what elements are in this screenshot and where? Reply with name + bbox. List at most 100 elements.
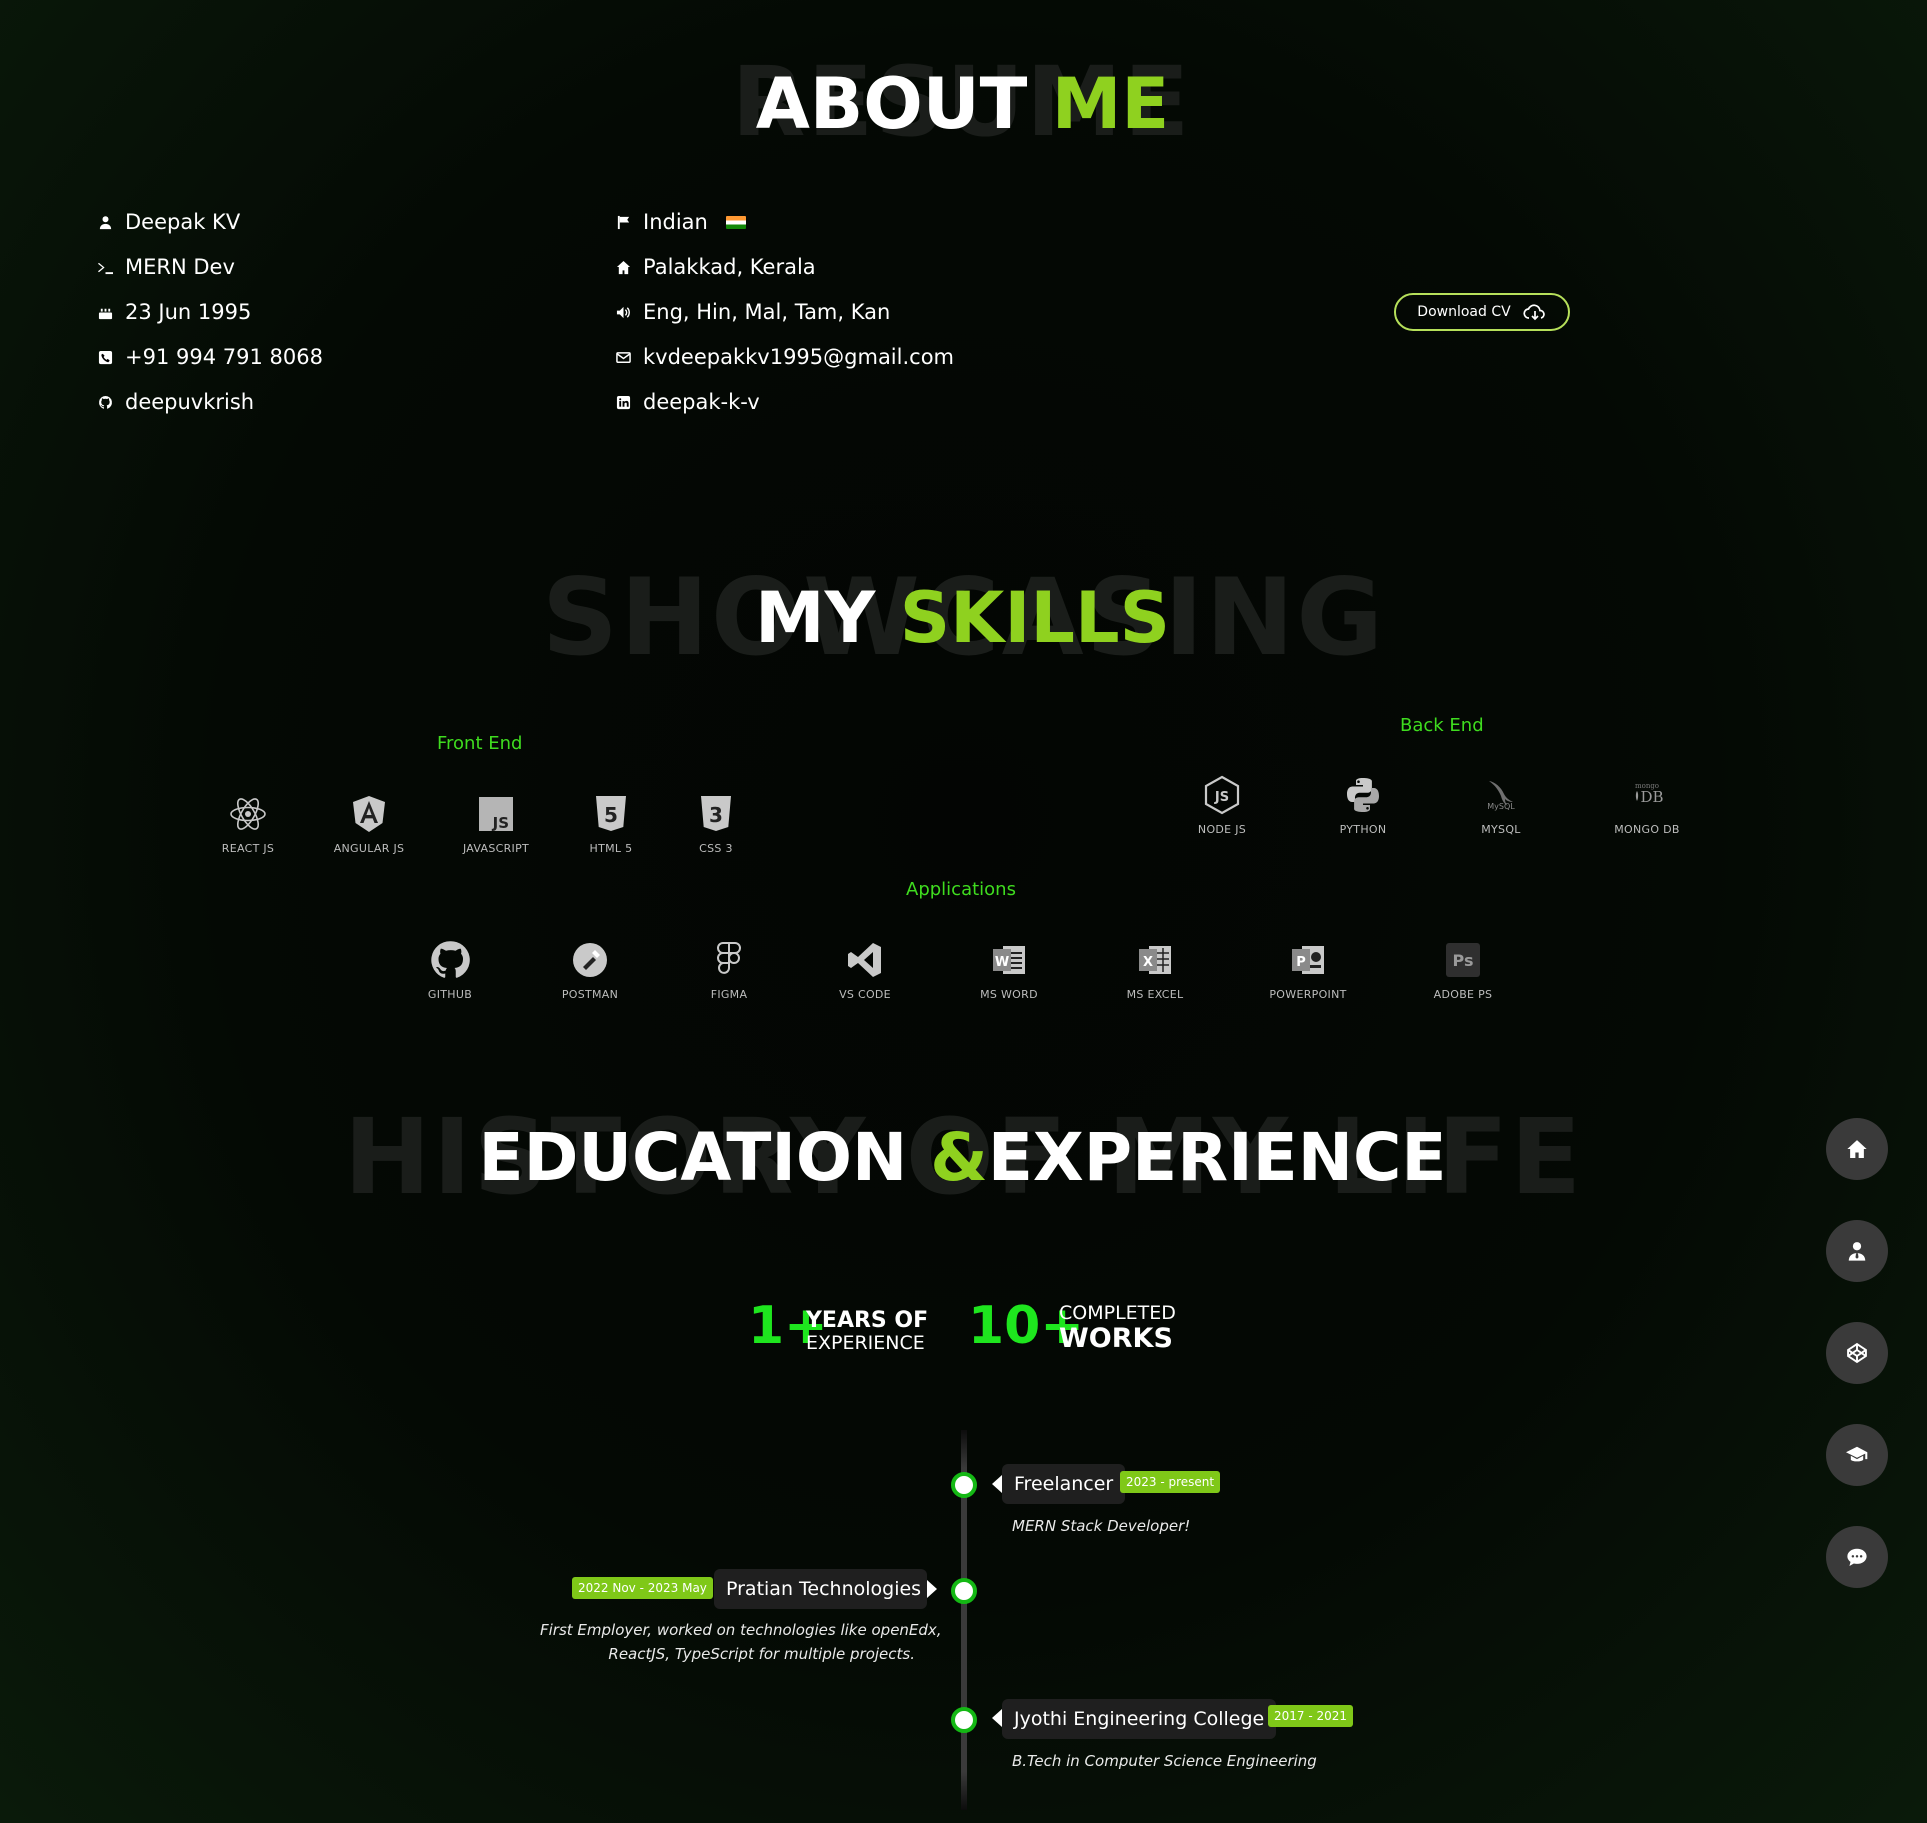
app-label: GITHUB xyxy=(427,988,473,1001)
applications-title: Applications xyxy=(906,879,1016,900)
info-languages: Eng, Hin, Mal, Tam, Kan xyxy=(616,300,890,324)
skill-nodejs: JS NODE JS xyxy=(1162,773,1282,836)
home-icon xyxy=(616,260,631,274)
info-github-text[interactable]: deepuvkrish xyxy=(125,390,254,414)
mongodb-icon: mongoDB xyxy=(1635,782,1664,806)
app-label: MS WORD xyxy=(980,988,1038,1001)
info-location-text: Palakkad, Kerala xyxy=(643,255,816,279)
svg-text:5: 5 xyxy=(604,803,618,827)
timeline-card-freelancer: Freelancer xyxy=(1002,1464,1126,1504)
app-figma: FIGMA xyxy=(669,938,789,1001)
nav-contact-button[interactable] xyxy=(1826,1526,1888,1588)
home-icon xyxy=(1847,1140,1867,1158)
about-heading-white: ABOUT xyxy=(755,63,1028,145)
graduation-cap-icon xyxy=(1846,1446,1868,1462)
skill-mongodb: mongo DB MONGO DB xyxy=(1587,773,1707,836)
html5-icon: 5 xyxy=(596,796,626,831)
education-heading: EDUCATION &EXPERIENCE xyxy=(0,1120,1926,1196)
nav-home-button[interactable] xyxy=(1826,1118,1888,1180)
app-label: FIGMA xyxy=(710,988,748,1001)
timeline-period-badge: 2023 - present xyxy=(1120,1471,1221,1493)
skill-label: NODE JS xyxy=(1197,823,1247,836)
info-location: Palakkad, Kerala xyxy=(616,255,816,279)
skill-label: ANGULAR JS xyxy=(333,842,405,855)
timeline-dot xyxy=(951,1472,977,1498)
postman-icon xyxy=(573,943,607,977)
info-linkedin-text[interactable]: deepak-k-v xyxy=(643,390,760,414)
skill-label: MYSQL xyxy=(1481,823,1521,836)
india-flag-icon xyxy=(725,215,746,229)
javascript-icon: JS xyxy=(479,797,513,832)
info-email[interactable]: kvdeepakkv1995@gmail.com xyxy=(616,345,954,369)
nodejs-icon: JS xyxy=(1204,775,1240,815)
timeline-arrow xyxy=(927,1580,937,1598)
nav-about-button[interactable] xyxy=(1826,1220,1888,1282)
info-languages-text: Eng, Hin, Mal, Tam, Kan xyxy=(643,300,891,324)
photoshop-icon: Ps xyxy=(1446,943,1480,977)
skills-heading-green: SKILLS xyxy=(899,577,1171,659)
skills-heading-white: MY xyxy=(754,577,876,659)
download-cv-label: Download CV xyxy=(1417,304,1511,320)
github-app-icon xyxy=(431,941,470,978)
svg-text:3: 3 xyxy=(709,803,723,827)
svg-text:JS: JS xyxy=(492,814,509,832)
info-nationality-text: Indian xyxy=(643,210,708,234)
nav-skills-button[interactable] xyxy=(1826,1322,1888,1384)
svg-text:W: W xyxy=(995,955,1009,970)
info-email-text[interactable]: kvdeepakkv1995@gmail.com xyxy=(643,345,954,369)
info-name-text: Deepak KV xyxy=(125,210,241,234)
chat-icon xyxy=(1847,1548,1867,1566)
skill-javascript: JS JAVASCRIPT xyxy=(436,792,556,855)
info-dob: 23 Jun 1995 xyxy=(98,300,251,324)
stat-years-line2: EXPERIENCE xyxy=(806,1332,925,1354)
info-github[interactable]: deepuvkrish xyxy=(98,390,254,414)
app-vscode: VS CODE xyxy=(805,938,925,1001)
skill-angular: ANGULAR JS xyxy=(309,792,429,855)
nav-education-button[interactable] xyxy=(1826,1424,1888,1486)
github-icon xyxy=(99,395,112,409)
info-dob-text: 23 Jun 1995 xyxy=(125,300,252,324)
timeline-card-pratian: Pratian Technologies xyxy=(714,1569,927,1609)
speaker-icon xyxy=(616,306,630,318)
education-heading-a: EDUCATION xyxy=(478,1119,908,1196)
education-heading-b: EXPERIENCE xyxy=(987,1119,1447,1196)
mail-icon xyxy=(616,351,631,363)
timeline-desc-line2: ReactJS, TypeScript for multiple project… xyxy=(608,1645,915,1663)
info-linkedin[interactable]: deepak-k-v xyxy=(616,390,760,414)
codepen-icon xyxy=(1847,1342,1867,1364)
app-github: GITHUB xyxy=(390,938,510,1001)
timeline-dot xyxy=(951,1578,977,1604)
timeline-arrow xyxy=(992,1709,1002,1727)
info-name: Deepak KV xyxy=(98,210,240,234)
education-heading-amp: & xyxy=(930,1119,988,1196)
skill-html5: 5 HTML 5 xyxy=(551,792,671,855)
skill-label: CSS 3 xyxy=(699,842,733,855)
info-role-text: MERN Dev xyxy=(125,255,235,279)
app-photoshop: Ps ADOBE PS xyxy=(1403,938,1523,1001)
python-icon xyxy=(1347,778,1379,812)
skills-heading: MY SKILLS xyxy=(0,580,1926,656)
terminal-icon xyxy=(98,262,113,274)
app-msexcel: X MS EXCEL xyxy=(1095,938,1215,1001)
skill-label: JAVASCRIPT xyxy=(462,842,530,855)
front-end-title: Front End xyxy=(437,733,523,754)
skill-label: PYTHON xyxy=(1339,823,1387,836)
timeline-period-badge: 2017 - 2021 xyxy=(1268,1705,1354,1727)
timeline-title: Jyothi Engineering College xyxy=(1014,1708,1265,1730)
app-postman: POSTMAN xyxy=(530,938,650,1001)
skill-label: MONGO DB xyxy=(1614,823,1680,836)
app-label: POSTMAN xyxy=(561,988,619,1001)
svg-text:JS: JS xyxy=(1214,790,1229,805)
timeline-title: Freelancer xyxy=(1014,1473,1114,1495)
user-icon xyxy=(99,215,112,229)
app-label: POWERPOINT xyxy=(1269,988,1347,1001)
app-label: MS EXCEL xyxy=(1126,988,1184,1001)
msword-icon: W xyxy=(993,946,1025,974)
download-cv-button[interactable]: Download CV xyxy=(1394,293,1570,331)
svg-text:X: X xyxy=(1143,955,1153,970)
timeline-period-badge: 2022 Nov - 2023 May xyxy=(572,1577,713,1599)
timeline-desc: B.Tech in Computer Science Engineering xyxy=(1012,1752,1317,1770)
phone-icon xyxy=(98,350,113,364)
svg-text:DB: DB xyxy=(1640,788,1663,806)
skill-python: PYTHON xyxy=(1303,773,1423,836)
